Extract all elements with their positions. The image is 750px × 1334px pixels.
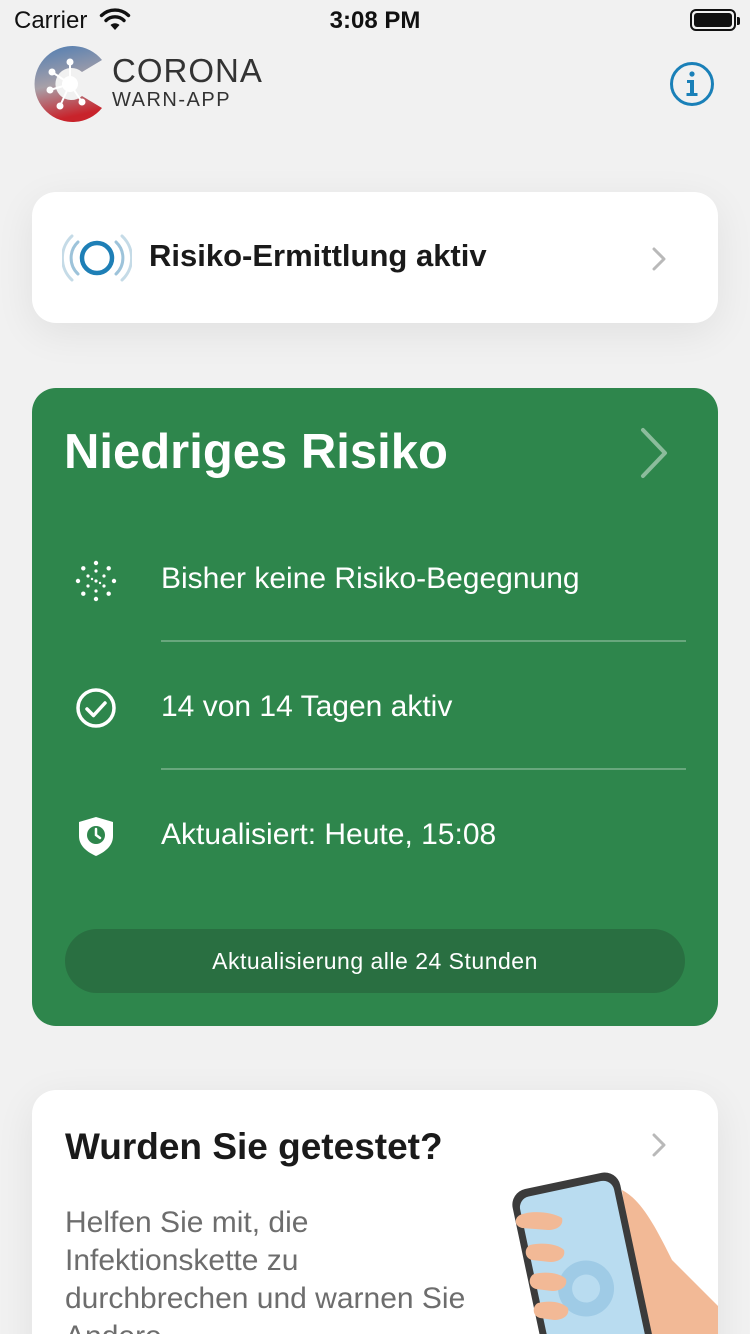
- divider: [161, 640, 686, 642]
- chevron-right-icon: [652, 1133, 666, 1157]
- status-bar: Carrier 3:08 PM: [0, 0, 750, 40]
- hand-holding-phone-illustration: [512, 1172, 718, 1334]
- risk-status-card[interactable]: Niedriges Risiko Bisher keine Risiko-Beg…: [32, 388, 718, 1026]
- risk-tracing-card[interactable]: Risiko-Ermittlung aktiv: [32, 192, 718, 323]
- tested-card[interactable]: Wurden Sie getestet? Helfen Sie mit, die…: [32, 1090, 718, 1334]
- chevron-right-icon: [652, 247, 666, 271]
- brand-subtitle: WARN-APP: [112, 89, 232, 111]
- last-update-text: Aktualisiert: Heute, 15:08: [161, 818, 497, 851]
- tested-card-title: Wurden Sie getestet?: [65, 1126, 443, 1167]
- active-days-text: 14 von 14 Tagen aktiv: [161, 690, 453, 723]
- check-circle-icon: [76, 688, 116, 728]
- risk-encounter-text: Bisher keine Risiko-Begegnung: [161, 562, 580, 595]
- shield-clock-icon: [79, 817, 113, 856]
- brand-title: CORONA: [112, 52, 263, 89]
- update-interval-badge: Aktualisierung alle 24 Stunden: [65, 929, 685, 993]
- chevron-right-icon: [641, 428, 667, 478]
- divider: [161, 768, 686, 770]
- tracing-active-icon: [62, 234, 132, 282]
- virus-icon: [75, 560, 117, 602]
- info-icon[interactable]: [669, 61, 715, 107]
- clock: 3:08 PM: [329, 7, 421, 34]
- risk-level-title: Niedriges Risiko: [64, 425, 448, 479]
- tracing-status-label: Risiko-Ermittlung aktiv: [149, 238, 487, 273]
- corona-warn-app-logo: [34, 46, 102, 122]
- battery-icon: [690, 9, 740, 31]
- tested-card-description: Helfen Sie mit, die Infektionskette zu d…: [65, 1206, 466, 1334]
